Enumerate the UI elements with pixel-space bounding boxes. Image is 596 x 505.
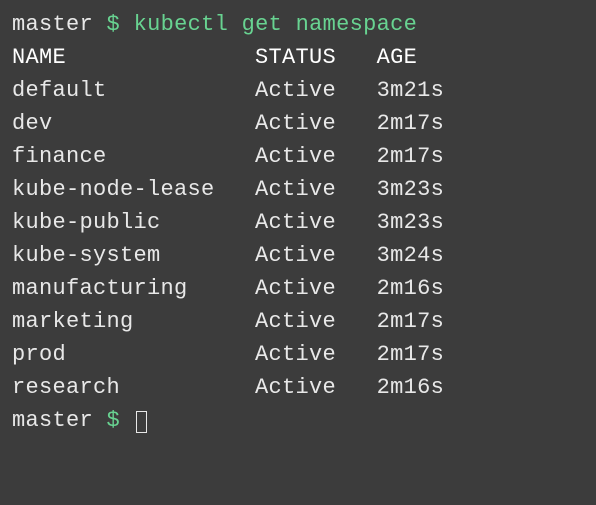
table-row: dev Active 2m17s [12, 107, 584, 140]
table-row: prod Active 2m17s [12, 338, 584, 371]
cell-status: Active [255, 309, 377, 334]
cell-age: 3m23s [377, 210, 445, 235]
table-row: finance Active 2m17s [12, 140, 584, 173]
table-row: manufacturing Active 2m16s [12, 272, 584, 305]
col-header-name: NAME [12, 45, 255, 70]
terminal-output: master $ kubectl get namespace NAME STAT… [12, 8, 584, 437]
cell-name: kube-node-lease [12, 177, 255, 202]
command-text: kubectl get namespace [134, 12, 418, 37]
table-row: default Active 3m21s [12, 74, 584, 107]
cell-status: Active [255, 342, 377, 367]
cell-status: Active [255, 276, 377, 301]
table-row: kube-public Active 3m23s [12, 206, 584, 239]
cell-age: 3m24s [377, 243, 445, 268]
cell-age: 2m17s [377, 309, 445, 334]
cell-status: Active [255, 177, 377, 202]
table-row: research Active 2m16s [12, 371, 584, 404]
cell-name: research [12, 375, 255, 400]
cell-name: dev [12, 111, 255, 136]
prompt-symbol: $ [107, 408, 121, 433]
table-body: default Active 3m21sdev Active 2m17sfina… [12, 74, 584, 404]
cell-age: 2m16s [377, 375, 445, 400]
cell-status: Active [255, 243, 377, 268]
command-line: master $ kubectl get namespace [12, 8, 584, 41]
cell-age: 3m23s [377, 177, 445, 202]
cell-status: Active [255, 144, 377, 169]
cell-age: 2m17s [377, 111, 445, 136]
cell-name: kube-public [12, 210, 255, 235]
cell-status: Active [255, 111, 377, 136]
col-header-status: STATUS [255, 45, 377, 70]
cell-name: marketing [12, 309, 255, 334]
table-row: kube-node-lease Active 3m23s [12, 173, 584, 206]
col-header-age: AGE [377, 45, 418, 70]
cell-status: Active [255, 375, 377, 400]
cell-name: finance [12, 144, 255, 169]
table-header-row: NAME STATUS AGE [12, 41, 584, 74]
table-row: marketing Active 2m17s [12, 305, 584, 338]
cell-age: 2m17s [377, 342, 445, 367]
prompt-symbol: $ [107, 12, 121, 37]
table-row: kube-system Active 3m24s [12, 239, 584, 272]
cell-status: Active [255, 210, 377, 235]
cell-age: 2m17s [377, 144, 445, 169]
cell-status: Active [255, 78, 377, 103]
cell-name: prod [12, 342, 255, 367]
cell-name: manufacturing [12, 276, 255, 301]
cell-name: kube-system [12, 243, 255, 268]
cell-name: default [12, 78, 255, 103]
prompt-host: master [12, 408, 93, 433]
cell-age: 2m16s [377, 276, 445, 301]
cell-age: 3m21s [377, 78, 445, 103]
prompt-line[interactable]: master $ [12, 404, 584, 437]
cursor-icon [136, 411, 147, 433]
prompt-host: master [12, 12, 93, 37]
